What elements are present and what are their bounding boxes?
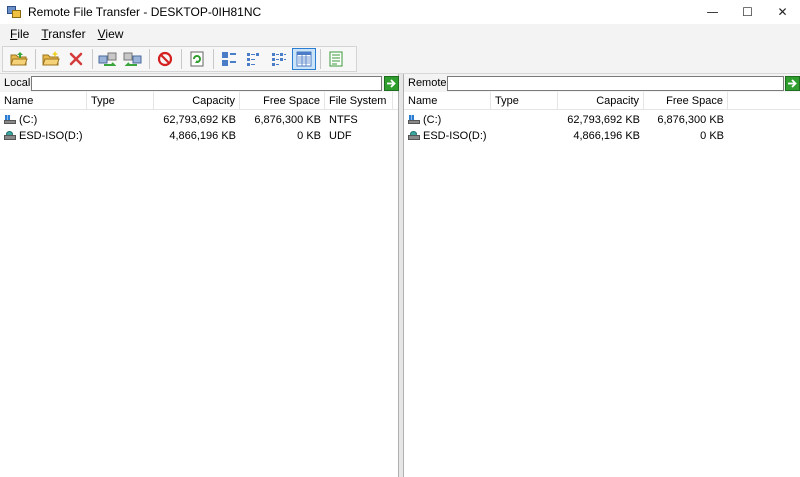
properties-button[interactable] [324, 48, 348, 70]
cd-drive-icon [4, 131, 16, 141]
local-column-headers: Name Type Capacity Free Space File Syste… [0, 92, 398, 110]
item-name: ESD-ISO(D:) [0, 128, 87, 144]
remote-panel: Remote Name Type Capacity Free Space (C:… [403, 74, 800, 477]
toolbar-separator [35, 49, 36, 69]
app-icon [6, 4, 22, 20]
list-item[interactable]: (C:) 62,793,692 KB 6,876,300 KB [404, 112, 800, 128]
remote-go-button[interactable] [785, 76, 800, 91]
hard-drive-icon [408, 115, 420, 125]
column-header-file-system[interactable]: File System [325, 92, 393, 110]
small-icons-view-button[interactable] [242, 48, 266, 70]
new-folder-button[interactable] [39, 48, 63, 70]
title-bar: Remote File Transfer - DESKTOP-0IH81NC —… [0, 0, 800, 24]
column-header-name[interactable]: Name [404, 92, 491, 110]
item-free-space: 0 KB [297, 130, 321, 142]
item-type [87, 128, 154, 144]
list-view-button[interactable] [267, 48, 291, 70]
remote-path-input[interactable] [447, 76, 784, 91]
column-header-type[interactable]: Type [87, 92, 154, 110]
arrow-right-icon [788, 79, 797, 88]
item-capacity: 62,793,692 KB [567, 114, 640, 126]
toolbar-group [2, 46, 357, 72]
local-file-list: (C:) 62,793,692 KB 6,876,300 KB NTFS ESD… [0, 112, 398, 144]
download-icon [123, 52, 142, 66]
delete-button[interactable] [64, 48, 88, 70]
refresh-icon [190, 51, 204, 67]
item-type [87, 112, 154, 128]
item-type [491, 128, 558, 144]
column-header-free-space[interactable]: Free Space [240, 92, 325, 110]
open-folder-icon [10, 52, 28, 66]
close-button[interactable]: ✕ [765, 0, 800, 24]
local-label: Local [4, 77, 31, 89]
item-free-space: 0 KB [700, 130, 724, 142]
list-item[interactable]: (C:) 62,793,692 KB 6,876,300 KB NTFS [0, 112, 398, 128]
item-capacity: 62,793,692 KB [163, 114, 236, 126]
menu-bar: File Transfer View [0, 24, 800, 44]
arrow-right-icon [387, 79, 396, 88]
menu-file[interactable]: File [4, 27, 35, 41]
item-capacity: 4,866,196 KB [573, 130, 640, 142]
delete-icon [69, 52, 83, 66]
small-icons-view-icon [247, 53, 259, 66]
cd-drive-icon [408, 131, 420, 141]
local-go-button[interactable] [384, 76, 399, 91]
large-icons-view-button[interactable] [217, 48, 241, 70]
upload-button[interactable] [96, 48, 120, 70]
item-capacity: 4,866,196 KB [169, 130, 236, 142]
window-controls: — ☐ ✕ [695, 0, 800, 24]
new-folder-icon [42, 51, 60, 66]
toolbar-separator [320, 49, 321, 69]
toolbar [0, 44, 800, 74]
local-panel: Local Name Type Capacity Free Space File… [0, 74, 399, 477]
remote-path-bar: Remote [404, 74, 800, 92]
remote-file-list: (C:) 62,793,692 KB 6,876,300 KB ESD-ISO(… [404, 112, 800, 144]
column-header-capacity[interactable]: Capacity [558, 92, 644, 110]
item-free-space: 6,876,300 KB [254, 114, 321, 126]
refresh-button[interactable] [185, 48, 209, 70]
hard-drive-icon [4, 115, 16, 125]
item-name: (C:) [0, 112, 87, 128]
column-header-name[interactable]: Name [0, 92, 87, 110]
download-button[interactable] [121, 48, 145, 70]
open-folder-button[interactable] [7, 48, 31, 70]
item-free-space: 6,876,300 KB [657, 114, 724, 126]
item-file-system: NTFS [329, 114, 358, 126]
stop-icon [157, 51, 173, 67]
item-name: ESD-ISO(D:) [404, 128, 491, 144]
menu-transfer[interactable]: Transfer [35, 27, 91, 41]
menu-view[interactable]: View [92, 27, 130, 41]
details-view-icon [296, 51, 312, 67]
column-header-capacity[interactable]: Capacity [154, 92, 240, 110]
toolbar-separator [213, 49, 214, 69]
remote-label: Remote [408, 77, 447, 89]
local-path-bar: Local [0, 74, 399, 92]
stop-button[interactable] [153, 48, 177, 70]
item-name: (C:) [404, 112, 491, 128]
list-item[interactable]: ESD-ISO(D:) 4,866,196 KB 0 KB UDF [0, 128, 398, 144]
toolbar-separator [149, 49, 150, 69]
upload-icon [98, 52, 117, 66]
details-view-button[interactable] [292, 48, 316, 70]
properties-icon [329, 51, 343, 67]
item-type [491, 112, 558, 128]
remote-column-headers: Name Type Capacity Free Space [404, 92, 800, 110]
local-path-input[interactable] [31, 76, 382, 91]
toolbar-separator [181, 49, 182, 69]
column-header-free-space[interactable]: Free Space [644, 92, 728, 110]
column-header-type[interactable]: Type [491, 92, 558, 110]
window-title: Remote File Transfer - DESKTOP-0IH81NC [28, 5, 262, 19]
list-view-icon [272, 53, 286, 66]
toolbar-separator [92, 49, 93, 69]
minimize-button[interactable]: — [695, 0, 730, 24]
maximize-button[interactable]: ☐ [730, 0, 765, 24]
list-item[interactable]: ESD-ISO(D:) 4,866,196 KB 0 KB [404, 128, 800, 144]
item-file-system: UDF [329, 130, 352, 142]
large-icons-view-icon [222, 52, 236, 66]
